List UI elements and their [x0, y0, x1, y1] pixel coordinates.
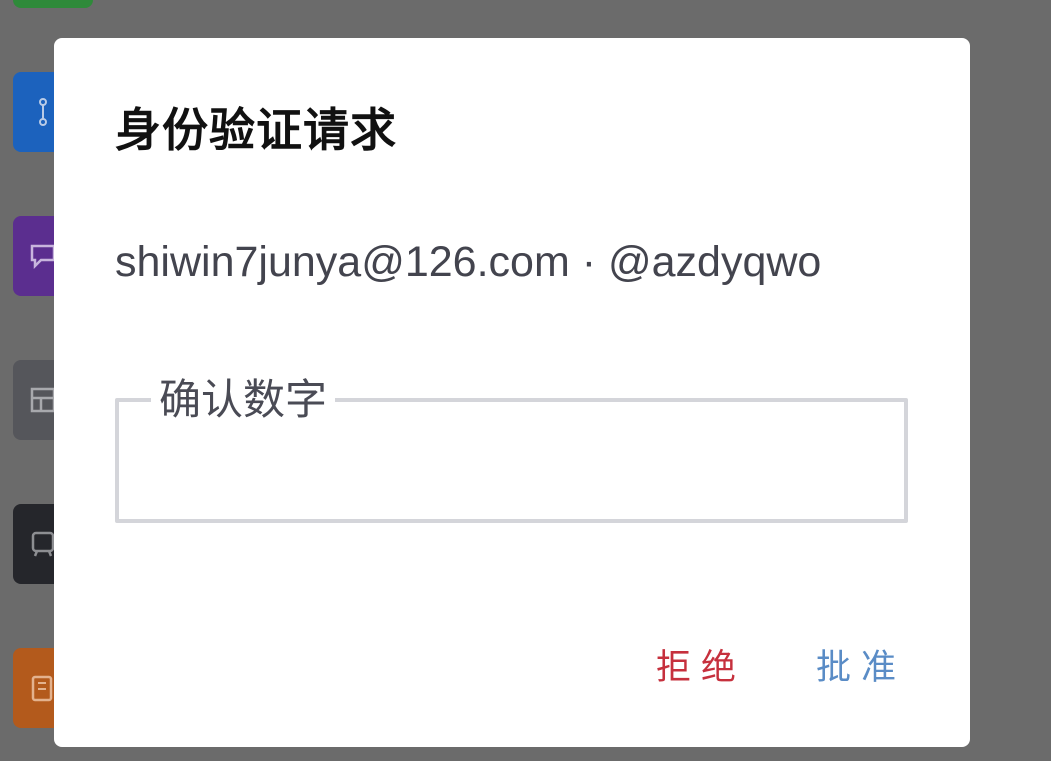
reject-button[interactable]: 拒绝 [648, 638, 754, 698]
auth-request-dialog: 身份验证请求 shiwin7junya@126.com · @azdyqwo 确… [54, 38, 970, 747]
confirm-number-field[interactable]: 确认数字 [115, 375, 908, 536]
dialog-title: 身份验证请求 [115, 103, 397, 157]
approve-button[interactable]: 批准 [808, 638, 914, 698]
confirm-number-label: 确认数字 [159, 375, 328, 424]
account-identity: shiwin7junya@126.com · @azdyqwo [115, 238, 822, 286]
confirm-number-input[interactable] [135, 474, 888, 536]
